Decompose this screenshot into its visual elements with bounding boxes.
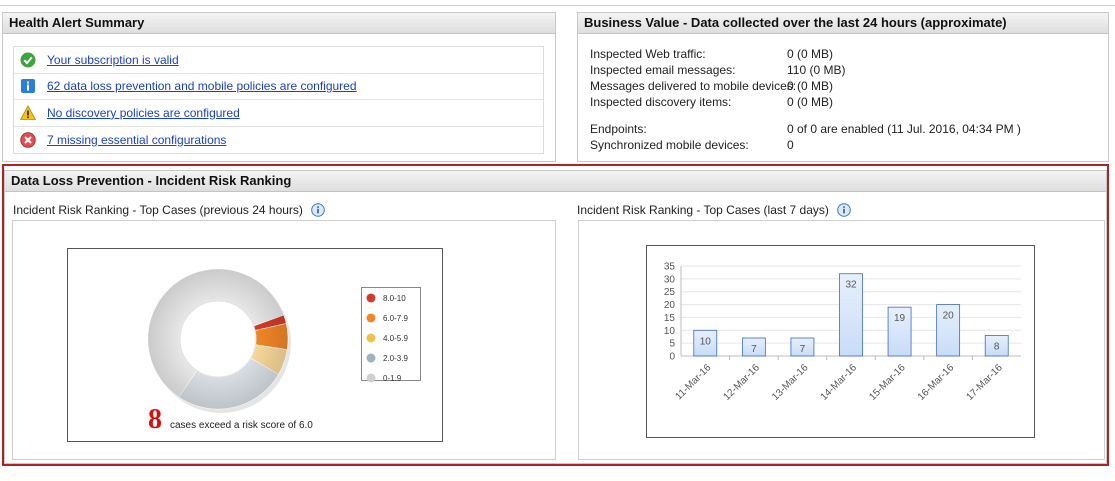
bv-row: Inspected discovery items: 0 (0 MB) [590, 94, 1021, 110]
bv-label: Messages delivered to mobile devices: [590, 79, 797, 93]
alert-item-policies[interactable]: 62 data loss prevention and mobile polic… [14, 74, 543, 100]
bv-row: Inspected Web traffic: 0 (0 MB) [590, 46, 1021, 62]
alert-item-discovery[interactable]: No discovery policies are configured [14, 100, 543, 127]
bv-row: Synchronized mobile devices: 0 [590, 137, 1021, 153]
alert-item-missing-config[interactable]: 7 missing essential configurations [14, 127, 543, 154]
bv-label: Inspected Web traffic: [590, 47, 706, 61]
alert-link[interactable]: Your subscription is valid [47, 53, 179, 67]
alert-list: Your subscription is valid 62 data loss … [13, 46, 544, 154]
bv-label: Inspected discovery items: [590, 95, 732, 109]
health-alert-title: Health Alert Summary [3, 13, 555, 34]
warning-icon [20, 104, 36, 120]
bv-value: 0 of 0 are enabled (11 Jul. 2016, 04:34 … [787, 122, 1021, 136]
business-value-panel: Business Value - Data collected over the… [577, 12, 1109, 162]
health-alert-panel: Health Alert Summary Your subscription i… [2, 12, 556, 162]
error-icon [20, 132, 36, 148]
check-icon [20, 52, 36, 68]
business-value-table: Inspected Web traffic: 0 (0 MB) Inspected… [590, 46, 1021, 153]
bv-label: Endpoints: [590, 122, 647, 136]
info-icon [21, 79, 35, 94]
bv-label: Synchronized mobile devices: [590, 138, 749, 152]
alert-link[interactable]: 62 data loss prevention and mobile polic… [47, 79, 357, 93]
bv-value: 0 [787, 138, 794, 152]
bv-value: 110 (0 MB) [787, 63, 846, 77]
bv-label: Inspected email messages: [590, 63, 736, 77]
bv-row: Endpoints: 0 of 0 are enabled (11 Jul. 20… [590, 121, 1021, 137]
bv-value: 0 (0 MB) [787, 47, 834, 61]
business-value-title: Business Value - Data collected over the… [578, 13, 1108, 34]
bv-value: 0 (0 MB) [787, 95, 834, 109]
top-divider [0, 5, 1115, 6]
bv-row: Messages delivered to mobile devices: 0 (… [590, 78, 1021, 94]
alert-link[interactable]: 7 missing essential configurations [47, 133, 226, 147]
bv-row: Inspected email messages: 110 (0 MB) [590, 62, 1021, 78]
alert-item-subscription[interactable]: Your subscription is valid [14, 47, 543, 74]
alert-link[interactable]: No discovery policies are configured [47, 106, 240, 120]
dlp-highlight-frame [2, 164, 1109, 466]
bv-value: 0 (0 MB) [787, 79, 834, 93]
